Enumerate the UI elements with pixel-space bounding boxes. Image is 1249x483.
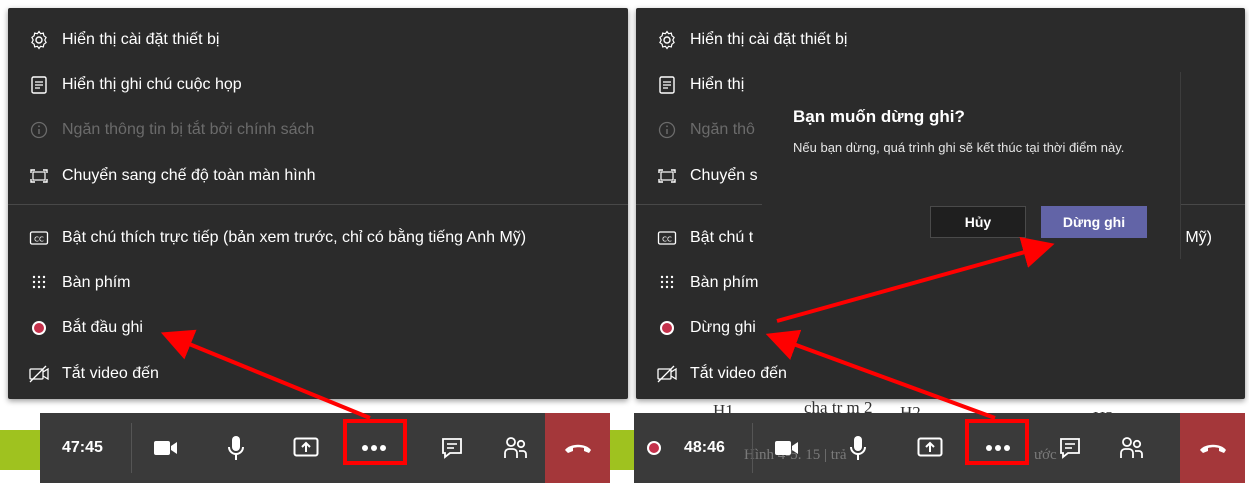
- menu-item-keypad[interactable]: Bàn phím: [28, 263, 130, 303]
- menu-divider: [8, 204, 628, 205]
- share-screen-button[interactable]: [902, 413, 958, 483]
- menu-item-fullscreen[interactable]: Chuyển sang chế độ toàn màn hình: [28, 156, 316, 196]
- more-options-menu-left: Hiển thị cài đặt thiết bị Hiển thị ghi c…: [8, 8, 628, 399]
- menu-item-label: Bàn phím: [62, 274, 131, 291]
- camera-button[interactable]: [138, 413, 194, 483]
- notes-icon: [28, 74, 50, 96]
- microphone-icon: [850, 436, 866, 460]
- chat-button[interactable]: [424, 413, 480, 483]
- svg-text:CC: CC: [662, 236, 672, 244]
- microphone-button[interactable]: [208, 413, 264, 483]
- fullscreen-icon: [28, 165, 50, 187]
- gear-icon: [656, 29, 678, 51]
- menu-item-fullscreen-right[interactable]: Chuyển s: [656, 156, 758, 196]
- menu-item-label: Tắt video đến: [690, 365, 787, 382]
- menu-item-live-captions[interactable]: CC Bật chú thích trực tiếp (bản xem trướ…: [28, 218, 526, 258]
- menu-item-label: Ngăn thông tin bị tắt bởi chính sách: [62, 121, 315, 138]
- video-off-icon: [656, 363, 678, 385]
- chat-icon: [1060, 438, 1080, 459]
- menu-item-label: Ngăn thô: [690, 121, 755, 138]
- menu-item-label: Bắt đầu ghi: [62, 319, 143, 336]
- participants-button[interactable]: [488, 413, 544, 483]
- menu-item-turn-off-video[interactable]: Tắt video đến: [28, 354, 159, 394]
- keypad-icon: [28, 272, 50, 294]
- chat-button[interactable]: [1042, 413, 1098, 483]
- share-screen-icon: [917, 437, 943, 457]
- menu-item-device-settings[interactable]: Hiển thị cài đặt thiết bị: [28, 20, 219, 60]
- hang-up-button[interactable]: [1180, 413, 1245, 483]
- camera-icon: [154, 441, 177, 455]
- recording-indicator: [634, 413, 674, 483]
- captions-icon: CC: [28, 227, 50, 249]
- fullscreen-icon: [656, 165, 678, 187]
- call-toolbar-left: 47:45: [40, 413, 610, 483]
- stop-recording-button[interactable]: Dừng ghi: [1041, 206, 1147, 238]
- menu-item-policy-block: Ngăn thông tin bị tắt bởi chính sách: [28, 110, 314, 150]
- dialog-message: Nếu bạn dừng, quá trình ghi sẽ kết thúc …: [793, 140, 1125, 155]
- call-timer: 48:46: [684, 439, 725, 456]
- highlight-box-more-right: [965, 419, 1029, 465]
- menu-item-label: Hiển thị cài đặt thiết bị: [690, 31, 848, 48]
- video-off-icon: [28, 363, 50, 385]
- menu-item-label: Hiển thị: [690, 76, 745, 93]
- hang-up-icon: [564, 444, 591, 453]
- menu-item-label: Chuyển sang chế độ toàn màn hình: [62, 167, 316, 184]
- menu-item-label: Bật chú thích trực tiếp (bản xem trước, …: [62, 229, 527, 246]
- highlight-box-more-left: [343, 419, 407, 465]
- menu-item-label: Bật chú t: [690, 229, 754, 246]
- hang-up-icon: [1199, 444, 1226, 453]
- captions-icon: CC: [656, 227, 678, 249]
- hang-up-button[interactable]: [545, 413, 610, 483]
- menu-item-label: Dừng ghi: [690, 319, 756, 336]
- menu-item-label: Tắt video đến: [62, 365, 159, 382]
- microphone-button[interactable]: [830, 413, 886, 483]
- info-icon: [656, 119, 678, 141]
- record-icon: [656, 317, 678, 339]
- share-screen-button[interactable]: [278, 413, 334, 483]
- menu-item-label: Hiển thị cài đặt thiết bị: [62, 31, 220, 48]
- participants-icon: [1120, 437, 1143, 458]
- share-screen-icon: [293, 437, 319, 457]
- menu-item-meeting-notes[interactable]: Hiển thị ghi chú cuộc họp: [28, 65, 242, 105]
- participants-icon: [504, 437, 527, 458]
- menu-item-policy-block-right: Ngăn thô: [656, 110, 755, 150]
- notes-icon: [656, 74, 678, 96]
- menu-item-keypad-right[interactable]: Bàn phím: [656, 263, 758, 303]
- cancel-button[interactable]: Hủy: [930, 206, 1026, 238]
- svg-text:CC: CC: [34, 236, 44, 244]
- camera-button[interactable]: [759, 413, 815, 483]
- menu-item-label: Hiển thị ghi chú cuộc họp: [62, 76, 242, 93]
- call-toolbar-right: Hình 4-5. 15 | trả ước 48:46: [634, 413, 1245, 483]
- menu-item-meeting-notes-right[interactable]: Hiển thị: [656, 65, 744, 105]
- microphone-icon: [228, 436, 244, 460]
- background-strip-middle: [610, 430, 634, 470]
- call-timer: 47:45: [62, 439, 103, 456]
- keypad-icon: [656, 272, 678, 294]
- toolbar-divider: [752, 423, 753, 473]
- record-icon: [28, 317, 50, 339]
- menu-item-stop-recording[interactable]: Dừng ghi: [656, 308, 756, 348]
- menu-item-label: Chuyển s: [690, 167, 758, 184]
- participants-button[interactable]: [1104, 413, 1160, 483]
- camera-icon: [775, 441, 798, 455]
- menu-item-device-settings-right[interactable]: Hiển thị cài đặt thiết bị: [656, 20, 847, 60]
- record-icon: [647, 441, 661, 455]
- menu-item-start-recording[interactable]: Bắt đầu ghi: [28, 308, 143, 348]
- background-strip-left: [0, 430, 40, 470]
- chat-icon: [442, 438, 462, 459]
- menu-item-turn-off-video-right[interactable]: Tắt video đến: [656, 354, 787, 394]
- info-icon: [28, 119, 50, 141]
- stop-recording-dialog: Bạn muốn dừng ghi? Nếu bạn dừng, quá trì…: [762, 72, 1181, 259]
- menu-item-live-captions-right[interactable]: CC Bật chú t: [656, 218, 753, 258]
- menu-item-label: Bàn phím: [690, 274, 759, 291]
- gear-icon: [28, 29, 50, 51]
- toolbar-divider: [131, 423, 132, 473]
- dialog-title: Bạn muốn dừng ghi?: [793, 107, 965, 126]
